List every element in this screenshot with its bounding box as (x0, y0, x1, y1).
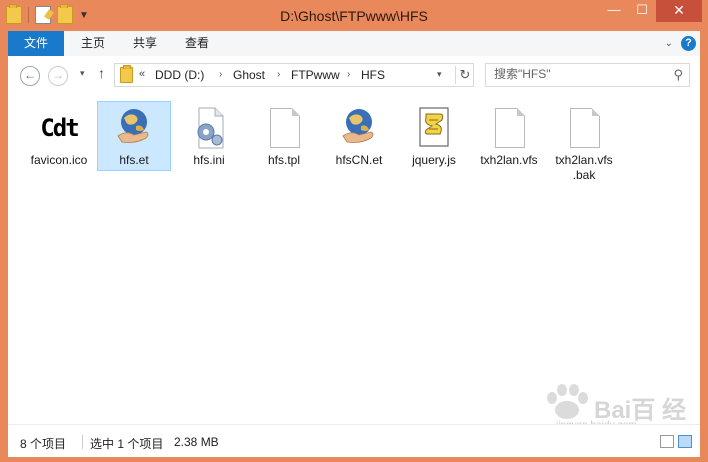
details-view-icon[interactable] (660, 435, 674, 448)
ribbon-controls: ⌄ ? (665, 36, 696, 51)
refresh-button[interactable]: ↻ (455, 66, 474, 84)
forward-button[interactable]: → (48, 66, 68, 86)
recent-locations-icon[interactable]: ▾ (80, 68, 85, 79)
title-bar: ▼ D:\Ghost\FTPwww\HFS — ☐ ✕ (0, 0, 708, 31)
file-name: txh2lan.vfs (480, 153, 538, 167)
search-input[interactable] (486, 64, 669, 84)
breadcrumb-hfs[interactable]: HFS (361, 68, 385, 82)
explorer-window: ▼ D:\Ghost\FTPwww\HFS — ☐ ✕ 文件 主页 共享 查看 … (0, 0, 708, 462)
paw-logo-icon (547, 384, 588, 419)
large-icons-view-icon[interactable] (678, 435, 692, 448)
globe-hand-icon (116, 104, 152, 150)
expand-ribbon-icon[interactable]: ⌄ (665, 38, 673, 49)
file-item[interactable]: jquery.js (397, 101, 471, 171)
minimize-button[interactable]: — (600, 0, 628, 22)
breadcrumb-separator-icon[interactable]: › (347, 69, 350, 80)
selection-size: 2.38 MB (174, 435, 219, 449)
tab-file[interactable]: 文件 (8, 31, 64, 56)
breadcrumb-overflow[interactable]: « (139, 68, 145, 80)
file-item[interactable]: txh2lan.vfs .bak (547, 101, 621, 182)
search-icon[interactable]: ⚲ (673, 67, 683, 83)
navigation-bar: ← → ▾ ↑ « DDD (D:) › Ghost › FTPwww › HF… (8, 56, 700, 94)
file-name: txh2lan.vfs .bak (555, 153, 613, 182)
file-name: favicon.ico (30, 153, 88, 167)
file-list[interactable]: Cdt favicon.ico hfs.et hfs.ini hfs.tpl h… (8, 94, 700, 424)
ribbon-tabs: 文件 主页 共享 查看 ⌄ ? (8, 31, 700, 57)
breadcrumb-separator-icon[interactable]: › (277, 69, 280, 80)
file-name: hfsCN.et (335, 153, 383, 167)
breadcrumb-ghost[interactable]: Ghost (233, 68, 265, 82)
script-file-icon (416, 104, 452, 150)
breadcrumb-separator-icon[interactable]: › (219, 69, 222, 80)
file-item[interactable]: hfsCN.et (322, 101, 396, 171)
up-button[interactable]: ↑ (98, 65, 105, 81)
file-item[interactable]: hfs.ini (172, 101, 246, 171)
tab-home[interactable]: 主页 (70, 31, 116, 56)
tab-share[interactable]: 共享 (122, 31, 168, 56)
globe-hand-icon (341, 104, 377, 150)
close-button[interactable]: ✕ (656, 0, 702, 22)
address-bar[interactable]: « DDD (D:) › Ghost › FTPwww › HFS ▾ ↻ (114, 63, 474, 87)
help-icon[interactable]: ? (681, 36, 696, 51)
window-controls: — ☐ ✕ (600, 0, 702, 22)
back-button[interactable]: ← (20, 66, 40, 86)
file-name: hfs.tpl (267, 153, 300, 167)
blank-file-icon (566, 104, 602, 150)
cdt-ico-icon: Cdt (40, 114, 79, 142)
maximize-button[interactable]: ☐ (628, 0, 656, 22)
file-item[interactable]: txh2lan.vfs (472, 101, 546, 171)
file-name: hfs.ini (193, 153, 225, 167)
file-name: hfs.et (119, 153, 149, 167)
status-divider (82, 435, 83, 449)
item-count: 8 个项目 (20, 437, 67, 451)
address-dropdown-icon[interactable]: ▾ (437, 69, 442, 80)
status-bar: 8 个项目 选中 1 个项目 2.38 MB (8, 424, 700, 457)
selection-count: 选中 1 个项目 (90, 437, 164, 451)
tab-view[interactable]: 查看 (174, 31, 220, 56)
breadcrumb-drive[interactable]: DDD (D:) (155, 68, 204, 82)
view-switcher (660, 435, 692, 448)
search-box[interactable]: ⚲ (485, 63, 690, 87)
settings-file-icon (191, 104, 227, 150)
folder-icon (120, 65, 133, 83)
blank-file-icon (266, 104, 302, 150)
file-item[interactable]: hfs.tpl (247, 101, 321, 171)
blank-file-icon (491, 104, 527, 150)
breadcrumb-ftpwww[interactable]: FTPwww (291, 68, 340, 82)
file-item[interactable]: Cdt favicon.ico (22, 101, 96, 171)
file-name: jquery.js (412, 153, 456, 167)
file-item[interactable]: hfs.et (97, 101, 171, 171)
